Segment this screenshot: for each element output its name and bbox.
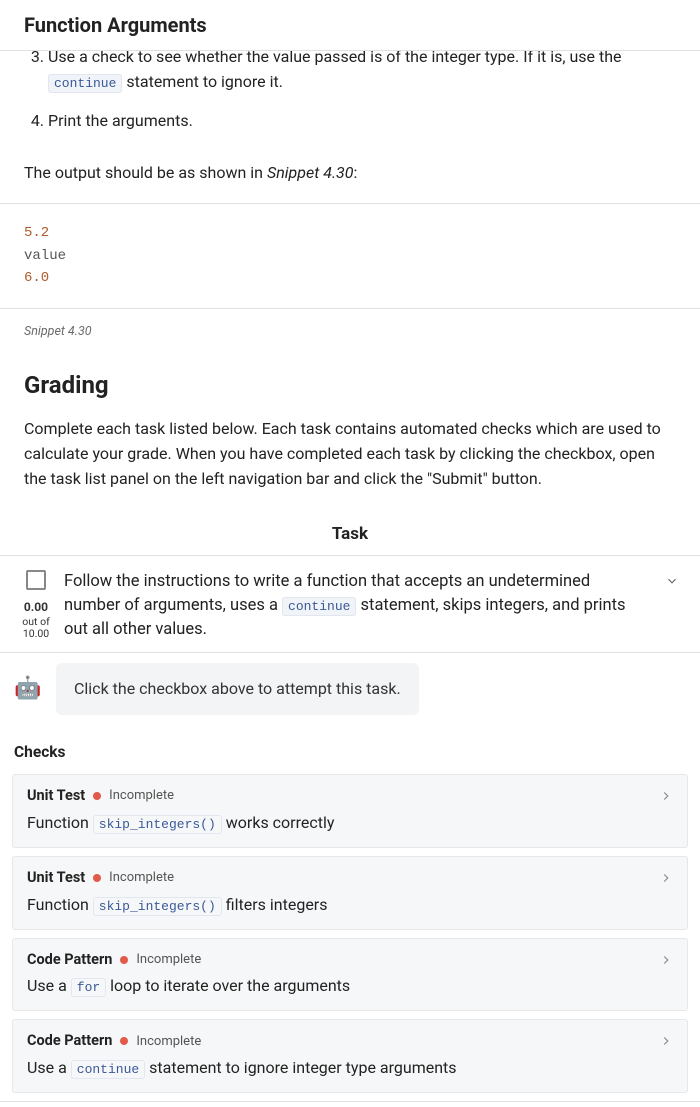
check-item[interactable]: Unit Test Incomplete Function skip_integer… bbox=[12, 856, 688, 930]
check-kind: Unit Test bbox=[27, 867, 85, 889]
task-hint-bubble: Click the checkbox above to attempt this… bbox=[56, 663, 419, 715]
check-description: Function skip_integers() works correctly bbox=[27, 811, 673, 835]
continue-code-inline: continue bbox=[282, 597, 356, 616]
grading-text: Complete each task listed below. Each ta… bbox=[0, 417, 700, 513]
check-expand-toggle[interactable] bbox=[659, 787, 673, 810]
chevron-down-icon bbox=[665, 574, 679, 588]
task-section-header: Task bbox=[0, 514, 700, 557]
code-inline: for bbox=[71, 978, 106, 997]
continue-code-inline: continue bbox=[48, 74, 122, 93]
check-kind: Code Pattern bbox=[27, 1030, 112, 1052]
task-score-value: 0.00 bbox=[24, 598, 48, 616]
task-description: Follow the instructions to write a funct… bbox=[58, 570, 658, 642]
check-status: Incomplete bbox=[109, 868, 174, 888]
step-4: Print the arguments. bbox=[48, 109, 676, 134]
check-header-line: Code Pattern Incomplete bbox=[27, 949, 673, 971]
code-snippet: 5.2 value 6.0 bbox=[0, 203, 700, 308]
snippet-ref: Snippet 4.30 bbox=[267, 163, 353, 182]
status-dot-icon bbox=[93, 792, 101, 800]
check-description: Use a for loop to iterate over the argum… bbox=[27, 974, 673, 998]
checks-heading: Checks bbox=[0, 735, 700, 774]
check-status: Incomplete bbox=[136, 1032, 201, 1052]
check-description: Function skip_integers() filters integer… bbox=[27, 893, 673, 917]
snippet-line-1: 5.2 bbox=[24, 225, 49, 241]
check-header-line: Unit Test Incomplete bbox=[27, 867, 673, 889]
check-desc-pre: Function bbox=[27, 895, 93, 914]
step-3: Use a check to see whether the value pas… bbox=[48, 51, 676, 95]
check-description: Use a continue statement to ignore integ… bbox=[27, 1056, 673, 1080]
task-hint-row: 🤖 Click the checkbox above to attempt th… bbox=[0, 653, 700, 735]
task-checkbox[interactable] bbox=[26, 570, 46, 590]
check-expand-toggle[interactable] bbox=[659, 1032, 673, 1055]
check-expand-toggle[interactable] bbox=[659, 869, 673, 892]
status-dot-icon bbox=[93, 874, 101, 882]
check-desc-post: works correctly bbox=[222, 813, 335, 832]
code-inline: continue bbox=[71, 1060, 145, 1079]
page-title: Function Arguments bbox=[24, 10, 676, 40]
output-intro-pre: The output should be as shown in bbox=[24, 163, 267, 182]
check-kind: Code Pattern bbox=[27, 949, 112, 971]
check-desc-pre: Use a bbox=[27, 1058, 71, 1077]
robot-icon: 🤖 bbox=[14, 675, 42, 703]
section-separator bbox=[0, 1101, 700, 1107]
check-desc-post: filters integers bbox=[222, 895, 328, 914]
check-desc-pre: Use a bbox=[27, 976, 71, 995]
output-intro-post: : bbox=[353, 163, 357, 182]
chevron-right-icon bbox=[659, 789, 673, 803]
check-item[interactable]: Code Pattern Incomplete Use a continue sta… bbox=[12, 1019, 688, 1093]
check-desc-post: loop to iterate over the arguments bbox=[106, 976, 350, 995]
steps-list: Use a check to see whether the value pas… bbox=[0, 51, 700, 147]
check-desc-post: statement to ignore integer type argumen… bbox=[145, 1058, 456, 1077]
grading-heading: Grading bbox=[0, 359, 700, 417]
check-header-line: Code Pattern Incomplete bbox=[27, 1030, 673, 1052]
check-kind: Unit Test bbox=[27, 785, 85, 807]
page-header: Function Arguments bbox=[0, 0, 700, 51]
output-intro: The output should be as shown in Snippet… bbox=[0, 161, 700, 185]
check-item[interactable]: Unit Test Incomplete Function skip_integer… bbox=[12, 774, 688, 848]
check-item[interactable]: Code Pattern Incomplete Use a for loop to … bbox=[12, 938, 688, 1012]
task-score-column: 0.00 out of 10.00 bbox=[14, 570, 58, 640]
checks-list: Unit Test Incomplete Function skip_integer… bbox=[0, 774, 700, 1093]
code-inline: skip_integers() bbox=[93, 897, 222, 916]
snippet-line-2: value bbox=[24, 248, 66, 264]
check-expand-toggle[interactable] bbox=[659, 951, 673, 974]
step-3-text-post: statement to ignore it. bbox=[126, 72, 283, 91]
check-status: Incomplete bbox=[136, 950, 201, 970]
step-3-text-pre: Use a check to see whether the value pas… bbox=[48, 51, 622, 66]
snippet-caption: Snippet 4.30 bbox=[0, 309, 700, 360]
task-item: 0.00 out of 10.00 Follow the instruction… bbox=[0, 556, 700, 653]
status-dot-icon bbox=[120, 956, 128, 964]
check-header-line: Unit Test Incomplete bbox=[27, 785, 673, 807]
task-score-max: 10.00 bbox=[23, 628, 49, 640]
code-inline: skip_integers() bbox=[93, 815, 222, 834]
chevron-right-icon bbox=[659, 871, 673, 885]
chevron-right-icon bbox=[659, 953, 673, 967]
check-desc-pre: Function bbox=[27, 813, 93, 832]
task-expand-toggle[interactable] bbox=[658, 570, 686, 588]
snippet-line-3: 6.0 bbox=[24, 270, 49, 286]
page-content: Use a check to see whether the value pas… bbox=[0, 51, 700, 1107]
check-status: Incomplete bbox=[109, 786, 174, 806]
status-dot-icon bbox=[120, 1037, 128, 1045]
chevron-right-icon bbox=[659, 1034, 673, 1048]
